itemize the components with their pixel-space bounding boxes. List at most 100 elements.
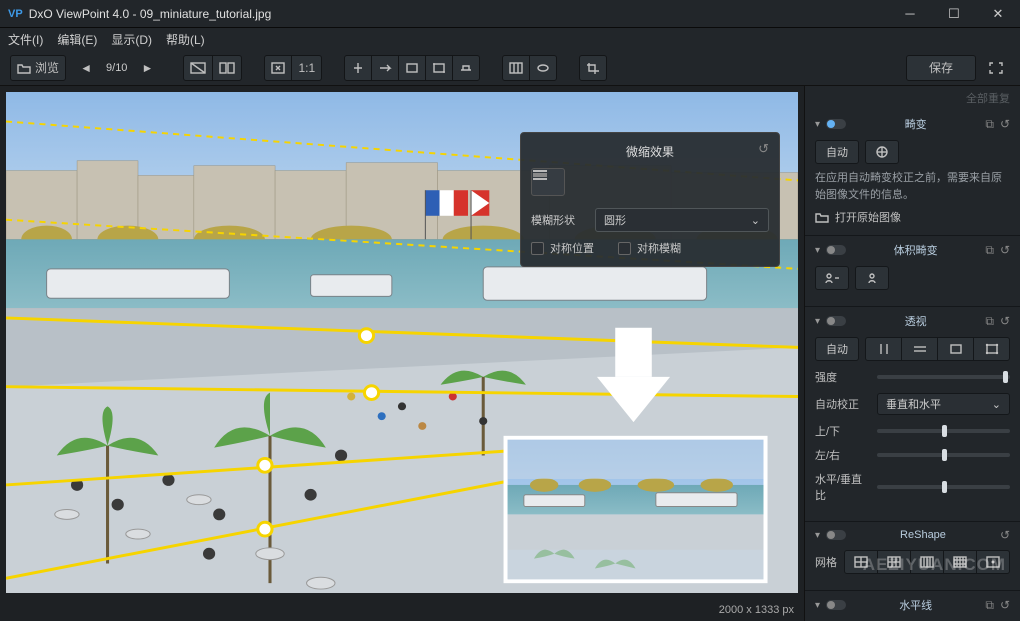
open-original-link[interactable]: 打开原始图像 bbox=[815, 209, 1010, 225]
panel-reset-icon[interactable]: ↺ bbox=[1000, 243, 1010, 257]
panel-reset-icon[interactable]: ↺ bbox=[1000, 598, 1010, 612]
leftright-slider[interactable] bbox=[877, 453, 1010, 457]
miniature-effect-panel[interactable]: ↺ 微缩效果 模糊形状 圆形 ⌄ 对称位置 对称模糊 bbox=[520, 132, 780, 267]
browse-button[interactable]: 浏览 bbox=[10, 55, 66, 81]
symmetric-position-checkbox[interactable]: 对称位置 bbox=[531, 240, 594, 256]
close-button[interactable]: ✕ bbox=[976, 0, 1020, 28]
panel-toggle[interactable] bbox=[826, 119, 846, 129]
distortion-manual-button[interactable] bbox=[865, 140, 899, 164]
hv-ratio-label: 水平/垂直比 bbox=[815, 471, 869, 503]
persp-8pt-button[interactable] bbox=[973, 337, 1010, 361]
collapse-icon[interactable]: ▾ bbox=[815, 530, 820, 541]
grid-9-button[interactable] bbox=[943, 550, 977, 574]
tool-level-button[interactable] bbox=[452, 55, 480, 81]
persp-vert-button[interactable] bbox=[865, 337, 902, 361]
rect-icon bbox=[949, 343, 963, 355]
panel-toggle[interactable] bbox=[826, 316, 846, 326]
compare-overlay-button[interactable] bbox=[183, 55, 213, 81]
gridc-icon bbox=[986, 556, 1000, 568]
minimize-button[interactable]: ─ bbox=[888, 0, 932, 28]
sliders-icon bbox=[874, 145, 890, 159]
fullscreen-button[interactable] bbox=[982, 55, 1010, 81]
window-title: DxO ViewPoint 4.0 - 09_miniature_tutoria… bbox=[29, 7, 888, 21]
grid-label: 网格 bbox=[815, 550, 838, 574]
panel-compare-icon[interactable]: ⧉ bbox=[985, 598, 994, 613]
menu-help[interactable]: 帮助(L) bbox=[166, 31, 205, 48]
volume-horiz-button[interactable] bbox=[815, 266, 849, 290]
updown-slider[interactable] bbox=[877, 429, 1010, 433]
autocorr-label: 自动校正 bbox=[815, 396, 869, 412]
tool-vertical-button[interactable] bbox=[344, 55, 372, 81]
panel-title-label: 体积畸变 bbox=[852, 242, 979, 258]
menu-file[interactable]: 文件(I) bbox=[8, 31, 43, 48]
panel-reset-icon[interactable]: ↺ bbox=[758, 141, 769, 157]
tool-miniature-button[interactable] bbox=[529, 55, 557, 81]
person-h-icon bbox=[823, 271, 841, 285]
panel-horizon: ▾ 水平线 ⧉ ↺ 自动 旋转 bbox=[805, 591, 1020, 621]
image-counter: 9/10 bbox=[106, 62, 127, 74]
perspective-auto-button[interactable]: 自动 bbox=[815, 337, 859, 361]
next-image-button[interactable]: ► bbox=[133, 55, 161, 81]
grid-5-button[interactable] bbox=[877, 550, 911, 574]
zoom-fit-button[interactable] bbox=[264, 55, 292, 81]
folder-icon bbox=[815, 211, 829, 223]
symmetric-blur-checkbox[interactable]: 对称模糊 bbox=[618, 240, 681, 256]
zoom-11-button[interactable]: 1:1 bbox=[291, 55, 322, 81]
menu-edit[interactable]: 编辑(E) bbox=[57, 31, 97, 48]
panel-title-label: 畸变 bbox=[852, 116, 979, 132]
collapse-icon[interactable]: ▾ bbox=[815, 600, 820, 611]
sidebar-top-hint[interactable]: 全部重复 bbox=[805, 86, 1020, 110]
grid-7-button[interactable] bbox=[910, 550, 944, 574]
horizontal-icon bbox=[378, 62, 392, 74]
miniature-icon bbox=[536, 62, 550, 74]
save-button[interactable]: 保存 bbox=[906, 55, 976, 81]
fit-icon bbox=[271, 62, 285, 74]
tool-grid-button[interactable] bbox=[502, 55, 530, 81]
8pt-icon bbox=[432, 62, 446, 74]
8pt-icon bbox=[985, 343, 999, 355]
grid-3-button[interactable] bbox=[844, 550, 878, 574]
distortion-auto-button[interactable]: 自动 bbox=[815, 140, 859, 164]
panel-toggle[interactable] bbox=[826, 245, 846, 255]
tool-8point-button[interactable] bbox=[425, 55, 453, 81]
collapse-icon[interactable]: ▾ bbox=[815, 119, 820, 130]
panel-reset-icon[interactable]: ↺ bbox=[1000, 117, 1010, 131]
prev-image-button[interactable]: ◄ bbox=[72, 55, 100, 81]
tool-horizontal-button[interactable] bbox=[371, 55, 399, 81]
compare-side-button[interactable] bbox=[212, 55, 242, 81]
main-image[interactable]: ↺ 微缩效果 模糊形状 圆形 ⌄ 对称位置 对称模糊 bbox=[6, 92, 798, 593]
intensity-slider[interactable] bbox=[877, 375, 1010, 379]
collapse-icon[interactable]: ▾ bbox=[815, 245, 820, 256]
status-bar: 2000 x 1333 px bbox=[0, 599, 804, 621]
maximize-button[interactable]: ☐ bbox=[932, 0, 976, 28]
persp-horiz-button[interactable] bbox=[901, 337, 938, 361]
panel-compare-icon[interactable]: ⧉ bbox=[985, 117, 994, 132]
tool-crop-button[interactable] bbox=[579, 55, 607, 81]
autocorr-select[interactable]: 垂直和水平 ⌄ bbox=[877, 393, 1010, 415]
tool-rectangle-button[interactable] bbox=[398, 55, 426, 81]
blur-shape-tool[interactable] bbox=[531, 168, 565, 196]
vlines-icon bbox=[877, 343, 891, 355]
menu-view[interactable]: 显示(D) bbox=[111, 31, 152, 48]
panel-compare-icon[interactable]: ⧉ bbox=[985, 243, 994, 258]
persp-rect-button[interactable] bbox=[937, 337, 974, 361]
collapse-icon[interactable]: ▾ bbox=[815, 316, 820, 327]
panel-reshape: ▾ ReShape ↺ 网格 bbox=[805, 522, 1020, 591]
hlines-icon bbox=[913, 343, 927, 355]
panel-volume: ▾ 体积畸变 ⧉ ↺ bbox=[805, 236, 1020, 307]
panel-compare-icon[interactable]: ⧉ bbox=[985, 314, 994, 329]
panel-reset-icon[interactable]: ↺ bbox=[1000, 314, 1010, 328]
hv-ratio-slider[interactable] bbox=[877, 485, 1010, 489]
menu-bar: 文件(I) 编辑(E) 显示(D) 帮助(L) bbox=[0, 28, 1020, 50]
panel-toggle[interactable] bbox=[826, 600, 846, 610]
grid3-icon bbox=[854, 556, 868, 568]
blur-shape-select[interactable]: 圆形 ⌄ bbox=[595, 208, 769, 232]
volume-diag-button[interactable] bbox=[855, 266, 889, 290]
grid-custom-button[interactable] bbox=[976, 550, 1010, 574]
panel-reset-icon[interactable]: ↺ bbox=[1000, 528, 1010, 542]
gradient-icon bbox=[532, 169, 564, 195]
panel-toggle[interactable] bbox=[826, 530, 846, 540]
leftright-label: 左/右 bbox=[815, 447, 869, 463]
image-viewer: ↺ 微缩效果 模糊形状 圆形 ⌄ 对称位置 对称模糊 2 bbox=[0, 86, 804, 621]
crop-icon bbox=[586, 62, 600, 74]
